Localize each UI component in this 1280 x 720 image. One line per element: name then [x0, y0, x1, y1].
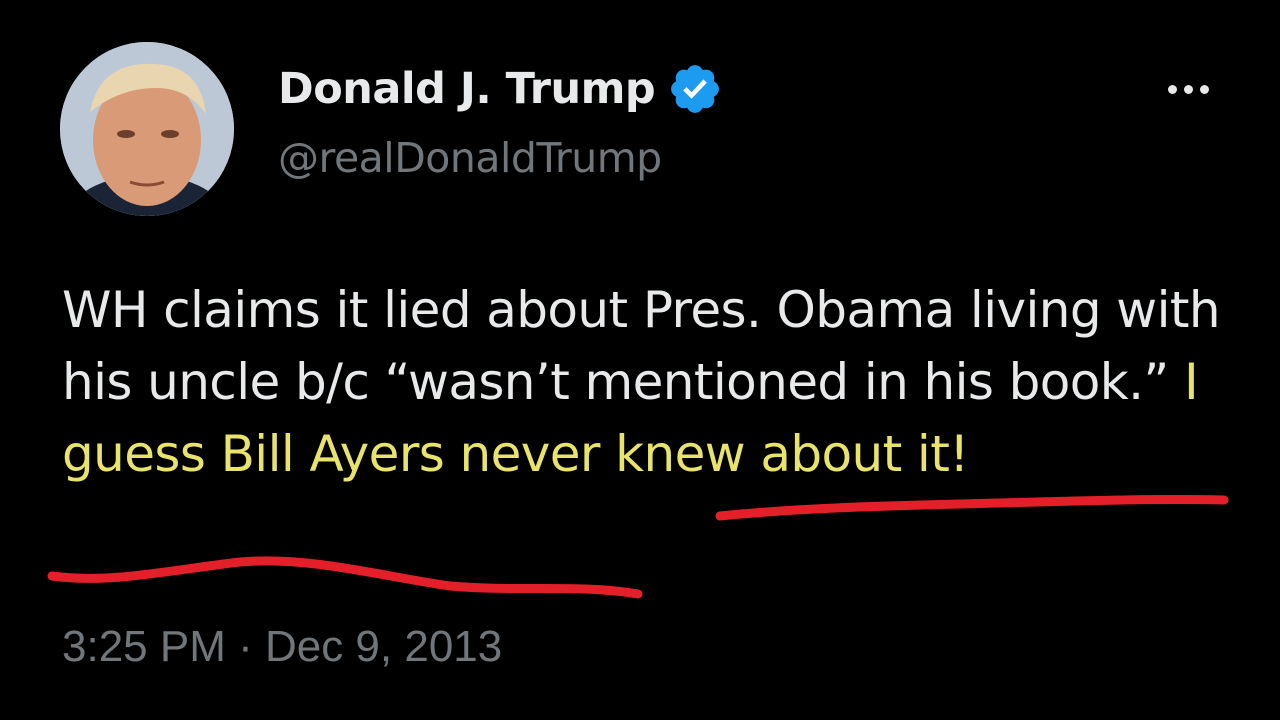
author-block: Donald J. Trump @realDonaldTrump — [278, 58, 723, 188]
tweet-text: WH claims it lied about Pres. Obama livi… — [62, 274, 1242, 490]
more-dot — [1199, 84, 1209, 94]
author-handle[interactable]: @realDonaldTrump — [278, 134, 723, 182]
author-display-name[interactable]: Donald J. Trump — [278, 64, 656, 114]
profile-photo-icon — [60, 42, 234, 216]
tweet-timestamp[interactable]: 3:25 PM · Dec 9, 2013 — [62, 622, 502, 672]
author-avatar[interactable] — [60, 42, 234, 216]
more-dot — [1183, 84, 1193, 94]
tweet-card[interactable]: Donald J. Trump @realDonaldTrump WH clai… — [0, 0, 1280, 720]
verified-badge-icon — [667, 61, 723, 117]
more-horizontal-icon[interactable] — [1158, 72, 1218, 106]
more-dot — [1167, 84, 1177, 94]
tweet-text-plain: WH claims it lied about Pres. Obama livi… — [62, 281, 1221, 411]
